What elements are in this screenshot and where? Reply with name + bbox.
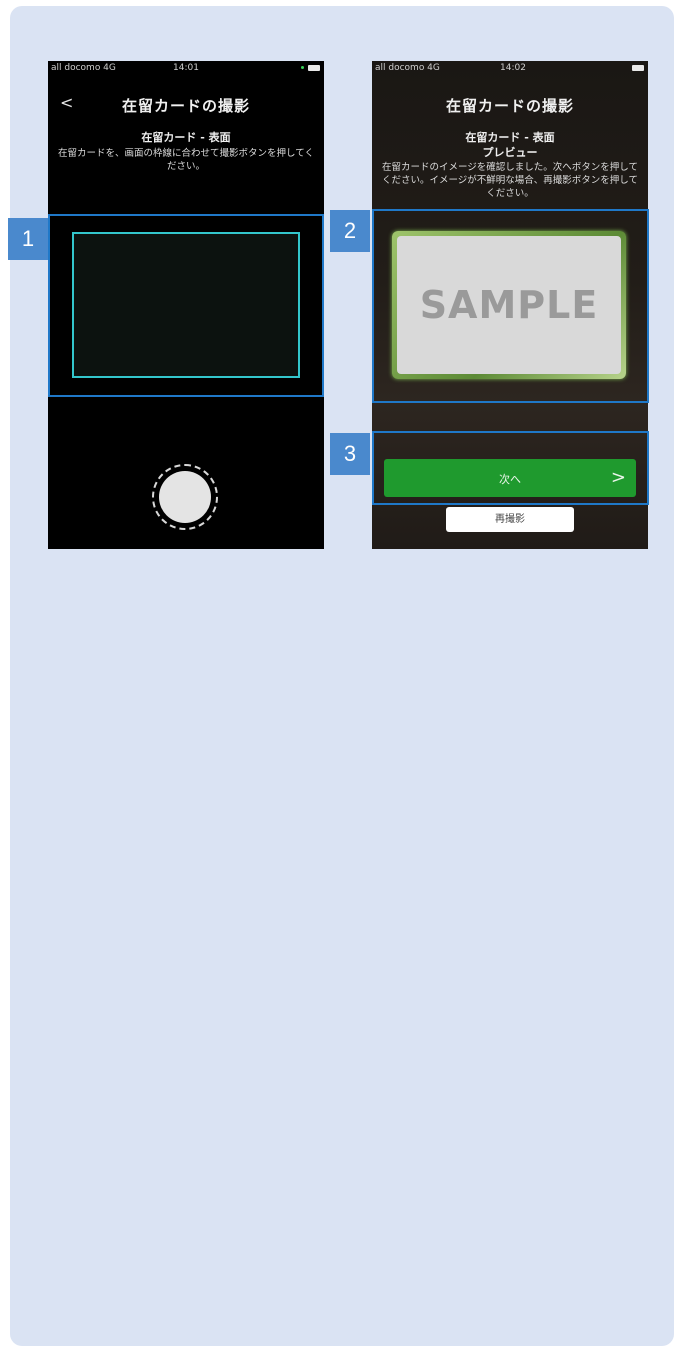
- highlight-box-1: [48, 214, 324, 397]
- screen-title: 在留カードの撮影: [445, 97, 574, 115]
- clock: 14:02: [500, 63, 526, 73]
- clock: 14:01: [173, 63, 199, 73]
- status-bar: all docomo 4G 14:01: [48, 61, 324, 77]
- carrier-label: all docomo 4G: [51, 63, 116, 73]
- shutter-button[interactable]: [159, 471, 211, 523]
- step-badge-2: 2: [330, 210, 370, 252]
- screen-title: 在留カードの撮影: [121, 97, 250, 115]
- instruction-text: 在留カードのイメージを確認しました。次へボタンを押してください。イメージが不鮮明…: [381, 162, 639, 199]
- status-bar: all docomo 4G 14:02: [372, 61, 648, 77]
- battery-icon: [301, 65, 320, 71]
- step-badge-1: 1: [8, 218, 48, 260]
- carrier-label: all docomo 4G: [375, 63, 440, 73]
- highlight-box-3: [372, 431, 649, 505]
- screen-subtitle: 在留カード - 表面: [465, 131, 555, 144]
- preview-label: プレビュー: [482, 146, 538, 159]
- retake-button[interactable]: 再撮影: [446, 507, 574, 532]
- battery-icon: [632, 65, 644, 71]
- instruction-text: 在留カードを、画面の枠線に合わせて撮影ボタンを押してください。: [58, 148, 314, 172]
- step-badge-3: 3: [330, 433, 370, 475]
- screen-subtitle: 在留カード - 表面: [141, 131, 231, 144]
- highlight-box-2: [372, 209, 649, 403]
